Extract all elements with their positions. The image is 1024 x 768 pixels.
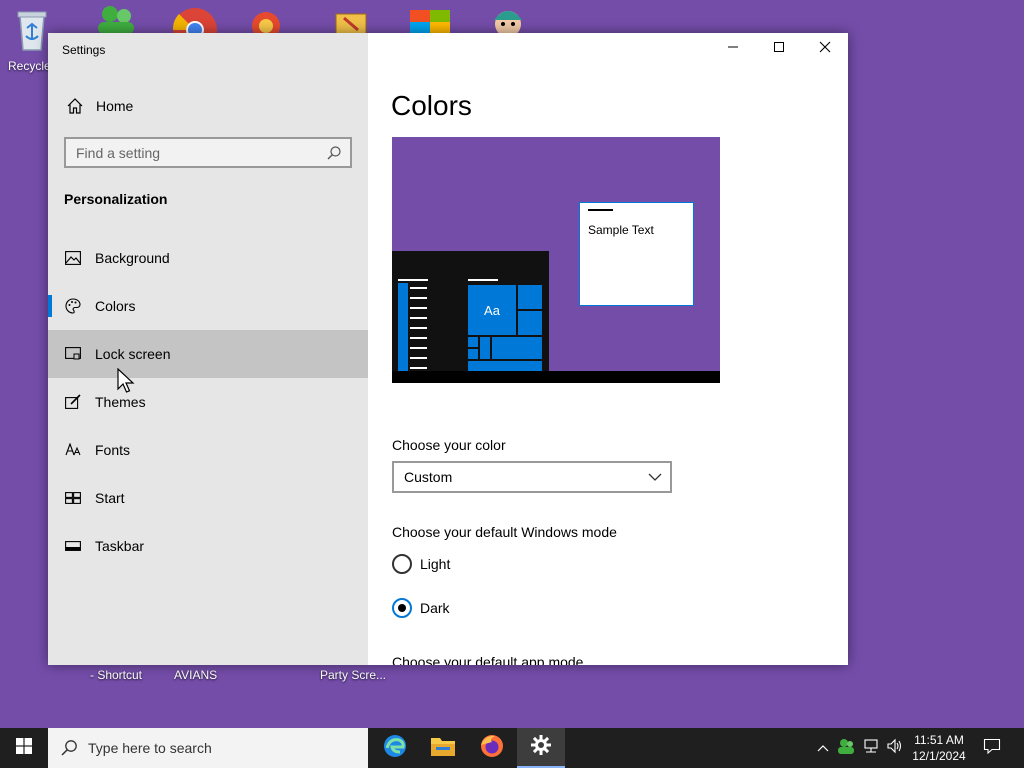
windows-mode-label: Choose your default Windows mode	[392, 524, 617, 540]
system-clock[interactable]: 11:51 AM 12/1/2024	[905, 732, 973, 764]
start-button[interactable]	[0, 728, 48, 768]
taskbar-edge[interactable]	[371, 728, 419, 768]
firefox-icon	[479, 733, 505, 764]
section-title: Personalization	[64, 191, 168, 207]
choose-color-value: Custom	[404, 469, 453, 485]
preview-sample-text: Sample Text	[588, 223, 654, 237]
sidebar-item-fonts[interactable]: Fonts	[48, 426, 368, 474]
radio-light-circle[interactable]	[392, 554, 412, 574]
network-icon	[862, 738, 880, 759]
radio-light[interactable]: Light	[392, 554, 450, 574]
taskbar-firefox[interactable]	[468, 728, 516, 768]
sidebar-item-label: Background	[95, 250, 170, 266]
choose-color-dropdown[interactable]: Custom	[392, 461, 672, 493]
people-icon[interactable]	[92, 4, 140, 34]
home-label: Home	[96, 98, 134, 114]
search-icon	[60, 739, 78, 757]
desktop-avians-label: AVIANS	[174, 668, 218, 682]
lock-screen-icon	[64, 345, 82, 363]
volume-icon	[886, 738, 904, 759]
start-icon	[64, 489, 82, 507]
page-title: Colors	[391, 90, 472, 121]
choose-color-label: Choose your color	[392, 437, 506, 453]
chrome-icon[interactable]	[171, 4, 219, 52]
taskbar-icon	[64, 537, 82, 555]
chevron-up-icon	[817, 739, 829, 757]
find-setting-input[interactable]	[66, 139, 326, 166]
people-icon	[837, 738, 855, 759]
taskbar-file-explorer[interactable]	[419, 728, 467, 768]
sidebar-item-label: Fonts	[95, 442, 131, 458]
background-icon	[64, 249, 82, 267]
sidebar-item-label: Colors	[95, 298, 136, 314]
app-icon-4[interactable]	[334, 10, 368, 35]
taskbar-search-placeholder: Type here to search	[88, 740, 212, 756]
notification-center-button[interactable]	[978, 728, 1006, 768]
home-icon	[66, 97, 84, 115]
app-icon-5[interactable]	[408, 6, 452, 34]
search-icon[interactable]	[326, 145, 342, 161]
mouse-cursor	[117, 367, 135, 396]
color-preview: Sample Text Aa	[392, 137, 720, 383]
notification-icon	[983, 738, 1001, 759]
radio-dark[interactable]: Dark	[392, 598, 450, 618]
sidebar-item-label: Themes	[95, 394, 146, 410]
preview-start-menu: Aa	[392, 251, 549, 371]
sidebar-item-colors[interactable]: Colors	[48, 282, 368, 330]
sidebar-item-themes[interactable]: Themes	[48, 378, 368, 426]
sidebar-item-label: Lock screen	[95, 346, 171, 362]
tray-network-button[interactable]	[860, 728, 882, 768]
preview-tile-text: Aa	[468, 285, 516, 335]
app-icon-3[interactable]	[246, 6, 286, 40]
themes-icon	[64, 393, 82, 411]
radio-dark-circle[interactable]	[392, 598, 412, 618]
sidebar-item-start[interactable]: Start	[48, 474, 368, 522]
sidebar-item-lock-screen[interactable]: Lock screen	[48, 330, 368, 378]
radio-dark-label: Dark	[420, 600, 450, 616]
content-pane: Colors Sample Text Aa Choose your color …	[368, 33, 848, 665]
sidebar-item-taskbar[interactable]: Taskbar	[48, 522, 368, 570]
radio-light-label: Light	[420, 556, 451, 572]
settings-icon	[530, 734, 552, 761]
chevron-down-icon	[648, 470, 662, 484]
home-link[interactable]: Home	[48, 88, 368, 124]
personalization-nav: Background Colors Lock screen Themes Fon…	[48, 234, 368, 570]
sidebar-item-background[interactable]: Background	[48, 234, 368, 282]
settings-window: Settings Home Personalization Background	[48, 33, 848, 665]
tray-people-button[interactable]	[836, 728, 856, 768]
desktop-shortcut-label: - Shortcut	[90, 668, 143, 682]
fonts-icon	[64, 441, 82, 459]
clock-time: 11:51 AM	[914, 733, 964, 747]
desktop-party-label: Party Scre...	[320, 668, 387, 682]
app-icon-6[interactable]	[484, 4, 532, 37]
taskbar-settings[interactable]	[517, 728, 565, 768]
preview-window: Sample Text	[579, 202, 694, 306]
window-title: Settings	[62, 43, 106, 57]
taskbar-search[interactable]: Type here to search	[48, 728, 368, 768]
windows-logo-icon	[16, 737, 32, 759]
edge-icon	[382, 733, 408, 764]
tray-volume-button[interactable]	[884, 728, 906, 768]
tray-chevron-button[interactable]	[814, 728, 832, 768]
recycle-bin-label: Recycle	[8, 59, 51, 73]
find-setting-box[interactable]	[64, 137, 352, 168]
palette-icon	[64, 297, 82, 315]
clock-date: 12/1/2024	[912, 749, 966, 763]
file-explorer-icon	[430, 735, 456, 762]
sidebar: Settings Home Personalization Background	[48, 33, 368, 665]
taskbar: Type here to search 11:51 AM 12/1/2024	[0, 728, 1024, 768]
sidebar-item-label: Start	[95, 490, 125, 506]
sidebar-item-label: Taskbar	[95, 538, 145, 554]
app-mode-label: Choose your default app mode	[392, 654, 584, 665]
preview-taskbar	[392, 371, 720, 383]
